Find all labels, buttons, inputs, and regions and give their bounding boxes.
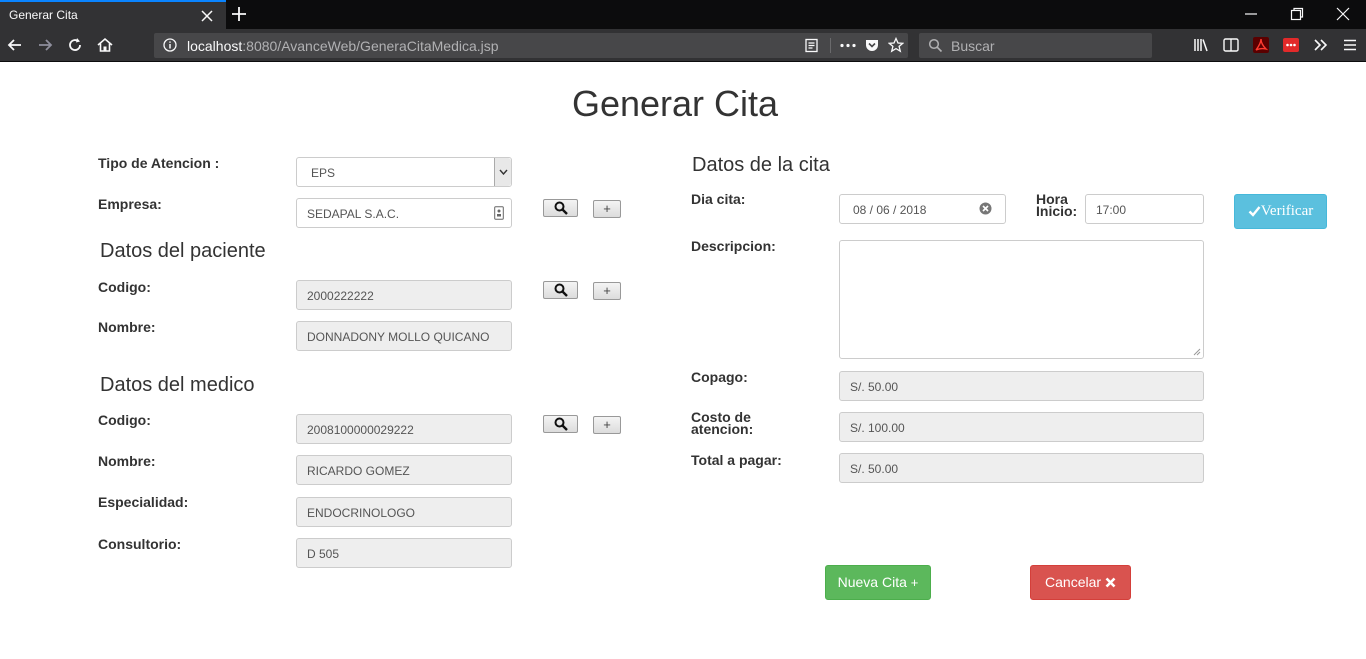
chevron-down-icon [499,169,508,175]
costo-field[interactable]: S/. 100.00 [839,412,1204,442]
resize-handle-icon[interactable] [1192,347,1201,356]
search-placeholder: Buscar [951,38,995,54]
empresa-label: Empresa: [98,196,162,212]
navigation-toolbar: localhost:8080/AvanceWeb/GeneraCitaMedic… [0,29,1366,62]
select-arrow[interactable] [494,158,511,186]
magnifier-icon [554,417,568,431]
page-title: Generar Cita [571,83,779,124]
search-paciente-button[interactable] [543,281,578,299]
add-paciente-button[interactable]: + [593,282,621,300]
add-medico-button[interactable]: + [593,416,621,434]
consultorio-field[interactable]: D 505 [296,538,512,568]
plus-icon: + [910,575,919,590]
costo-label-line2: atencion: [691,421,754,437]
verificar-button[interactable]: Verificar [1234,194,1327,229]
check-icon [1248,206,1261,217]
addon-red-icon[interactable] [1282,36,1300,54]
clear-date-icon[interactable] [979,202,992,215]
paciente-nombre-label: Nombre: [98,319,156,335]
medico-nombre-field[interactable]: RICARDO GOMEZ [296,455,512,485]
nueva-cita-button[interactable]: Nueva Cita + [825,565,931,600]
url-bar[interactable]: localhost:8080/AvanceWeb/GeneraCitaMedic… [154,33,908,58]
dia-cita-value: 08 / 06 / 2018 [853,203,927,217]
back-icon[interactable] [6,36,24,54]
medico-codigo-field[interactable]: 2008100000029222 [296,414,512,444]
cancelar-button[interactable]: Cancelar [1030,565,1131,600]
overflow-icon[interactable] [1312,36,1330,54]
url-path: :8080/AvanceWeb/GeneraCitaMedica.jsp [242,38,499,54]
info-icon[interactable] [162,37,178,53]
pdf-addon-icon[interactable] [1252,36,1270,54]
browser-tab[interactable]: Generar Cita [0,0,226,29]
nueva-cita-label: Nueva Cita [837,574,907,590]
menu-icon[interactable] [1341,36,1359,54]
search-medico-button[interactable] [543,415,578,433]
hora-label-line2: Inicio: [1036,203,1078,219]
tab-title: Generar Cita [9,8,78,22]
close-icon [1105,577,1116,588]
empresa-value: SEDAPAL S.A.C. [307,207,400,221]
library-icon[interactable] [1192,36,1210,54]
consultorio-label: Consultorio: [98,536,182,552]
especialidad-label: Especialidad: [98,494,189,510]
especialidad-field[interactable]: ENDOCRINOLOGO [296,497,512,527]
copago-field[interactable]: S/. 50.00 [839,371,1204,401]
pocket-icon[interactable] [864,37,880,53]
medico-codigo-label: Codigo: [98,412,151,428]
search-icon [928,38,943,53]
descripcion-label: Descripcion: [691,238,776,254]
medico-heading: Datos del medico [100,374,255,396]
magnifier-icon [554,283,568,297]
tipo-atencion-value: EPS [311,166,336,180]
paciente-nombre-field[interactable]: DONNADONY MOLLO QUICANO [296,321,512,351]
hora-inicio-input[interactable]: 17:00 [1085,194,1204,224]
search-bar[interactable]: Buscar [919,33,1152,58]
sidebar-icon[interactable] [1222,36,1240,54]
dia-cita-input[interactable]: 08 / 06 / 2018 [839,194,1006,224]
tipo-atencion-select[interactable]: EPS [296,157,512,187]
more-actions-icon[interactable] [839,38,857,53]
paciente-codigo-field[interactable]: 2000222222 [296,280,512,310]
url-text[interactable]: localhost:8080/AvanceWeb/GeneraCitaMedic… [187,38,499,54]
minimize-icon[interactable] [1244,7,1258,21]
magnifier-icon [554,201,568,215]
reload-icon[interactable] [66,36,84,54]
paciente-codigo-label: Codigo: [98,279,151,295]
tab-strip: Generar Cita [0,0,1366,29]
reader-view-icon[interactable] [804,38,819,53]
forward-icon[interactable] [36,36,54,54]
contact-card-icon [494,206,504,220]
medico-nombre-label: Nombre: [98,453,156,469]
verificar-label: Verificar [1260,203,1314,219]
empresa-input[interactable]: SEDAPAL S.A.C. [296,198,512,228]
add-empresa-button[interactable]: + [593,200,621,218]
total-field[interactable]: S/. 50.00 [839,453,1204,483]
home-icon[interactable] [96,36,114,54]
cancelar-label: Cancelar [1045,574,1102,590]
restore-icon[interactable] [1290,7,1304,21]
url-separator [830,38,831,53]
tipo-atencion-label: Tipo de Atencion : [98,155,220,171]
url-host: localhost [187,38,243,54]
close-window-icon[interactable] [1336,7,1350,21]
cita-heading: Datos de la cita [692,154,830,176]
close-tab-icon[interactable] [199,8,215,24]
search-empresa-button[interactable] [543,199,578,217]
dia-cita-label: Dia cita: [691,191,746,207]
paciente-heading: Datos del paciente [100,240,266,262]
new-tab-icon[interactable] [230,5,248,23]
descripcion-textarea[interactable] [839,240,1204,359]
bookmark-star-icon[interactable] [888,37,904,53]
copago-label: Copago: [691,369,748,385]
total-label: Total a pagar: [691,452,782,468]
